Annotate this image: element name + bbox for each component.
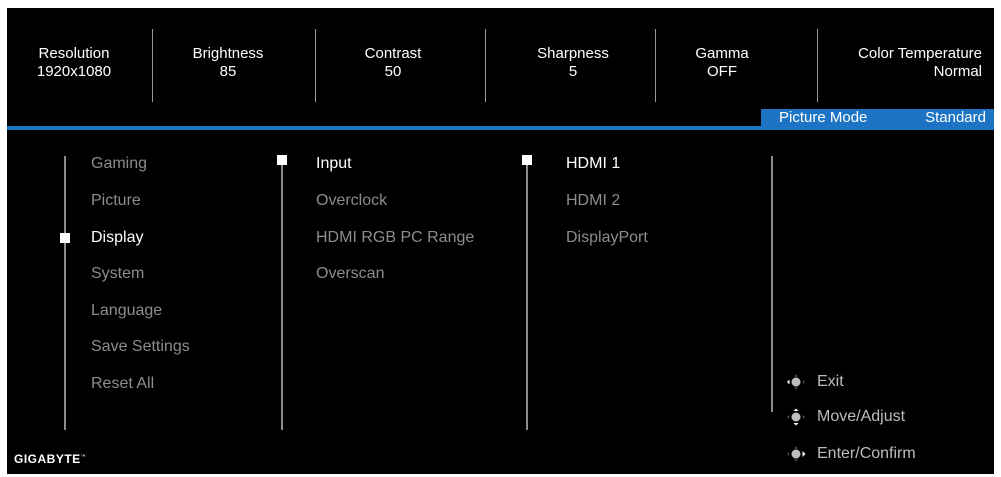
submenu-item-input[interactable]: Input xyxy=(316,154,352,174)
logo-text: GIGABYTE xyxy=(14,452,81,466)
value-line xyxy=(771,156,773,412)
submenu-item-overclock[interactable]: Overclock xyxy=(316,191,387,211)
gamma-value: OFF xyxy=(707,63,737,80)
contrast-label: Contrast xyxy=(364,45,422,62)
joystick-icon xyxy=(787,374,805,390)
trademark: ™ xyxy=(80,454,87,460)
color-temperature-value: Normal xyxy=(933,63,982,80)
menu-item-language[interactable]: Language xyxy=(91,301,162,321)
menu-item-picture[interactable]: Picture xyxy=(91,191,141,211)
joystick-icon xyxy=(787,446,806,462)
status-divider xyxy=(817,29,818,102)
sharpness-status: Sharpness 5 xyxy=(528,45,618,81)
brightness-value: 85 xyxy=(219,63,237,80)
color-temperature-label: Color Temperature xyxy=(858,45,982,62)
menu-item-gaming[interactable]: Gaming xyxy=(91,154,147,174)
options-line xyxy=(526,156,528,430)
menu-item-display[interactable]: Display xyxy=(91,228,143,248)
menu-item-system[interactable]: System xyxy=(91,264,144,284)
brightness-label: Brightness xyxy=(192,45,264,62)
gigabyte-logo: GIGABYTE™ xyxy=(14,452,86,466)
menu-item-reset-all[interactable]: Reset All xyxy=(91,374,154,394)
selection-marker-icon xyxy=(277,155,287,165)
option-hdmi-2[interactable]: HDMI 2 xyxy=(566,191,620,211)
hint-move-adjust-label: Move/Adjust xyxy=(817,408,906,425)
status-divider xyxy=(315,29,316,102)
osd-menu: Resolution 1920x1080 Brightness 85 Contr… xyxy=(7,8,994,474)
hint-enter-confirm-label: Enter/Confirm xyxy=(817,445,916,462)
color-temperature-status: Color Temperature Normal xyxy=(858,45,982,81)
picture-mode-label: Picture Mode xyxy=(779,109,868,126)
status-divider xyxy=(152,29,153,102)
brightness-status: Brightness 85 xyxy=(183,45,273,81)
hint-exit-label: Exit xyxy=(817,373,844,390)
gamma-status: Gamma OFF xyxy=(677,45,767,81)
submenu-item-overscan[interactable]: Overscan xyxy=(316,264,384,284)
sharpness-value: 5 xyxy=(568,63,578,80)
sub-menu-line xyxy=(281,156,283,430)
selection-marker-icon xyxy=(60,233,70,243)
menu-item-save-settings[interactable]: Save Settings xyxy=(91,337,190,357)
status-divider xyxy=(655,29,656,102)
status-divider xyxy=(485,29,486,102)
header-divider xyxy=(7,126,994,130)
submenu-item-hdmi-rgb-pc-range[interactable]: HDMI RGB PC Range xyxy=(316,228,474,248)
status-bar: Resolution 1920x1080 Brightness 85 Contr… xyxy=(7,8,994,112)
selection-marker-icon xyxy=(522,155,532,165)
main-menu-line xyxy=(64,156,66,430)
option-hdmi-1[interactable]: HDMI 1 xyxy=(566,154,620,174)
joystick-icon xyxy=(787,408,805,426)
contrast-value: 50 xyxy=(384,63,402,80)
resolution-label: Resolution xyxy=(38,45,110,62)
picture-mode-value: Standard xyxy=(925,109,986,126)
sharpness-label: Sharpness xyxy=(537,45,609,62)
resolution-status: Resolution 1920x1080 xyxy=(29,45,119,81)
option-displayport[interactable]: DisplayPort xyxy=(566,228,648,248)
contrast-status: Contrast 50 xyxy=(348,45,438,81)
gamma-label: Gamma xyxy=(695,45,749,62)
resolution-value: 1920x1080 xyxy=(36,63,112,80)
